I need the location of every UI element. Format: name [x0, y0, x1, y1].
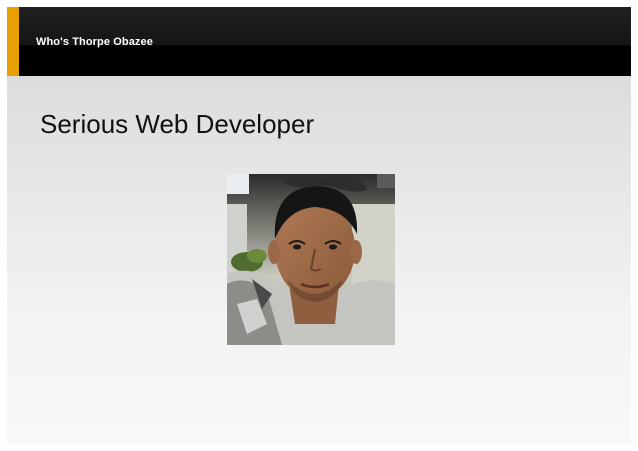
header-accent-stripe — [7, 7, 19, 76]
slide-heading: Serious Web Developer — [40, 109, 315, 139]
slide-header-bar: Who's Thorpe Obazee — [7, 7, 631, 76]
portrait-photo — [227, 174, 395, 345]
presentation-slide: Who's Thorpe Obazee Serious Web Develope… — [7, 7, 631, 444]
slide-header-title: Who's Thorpe Obazee — [36, 36, 153, 48]
